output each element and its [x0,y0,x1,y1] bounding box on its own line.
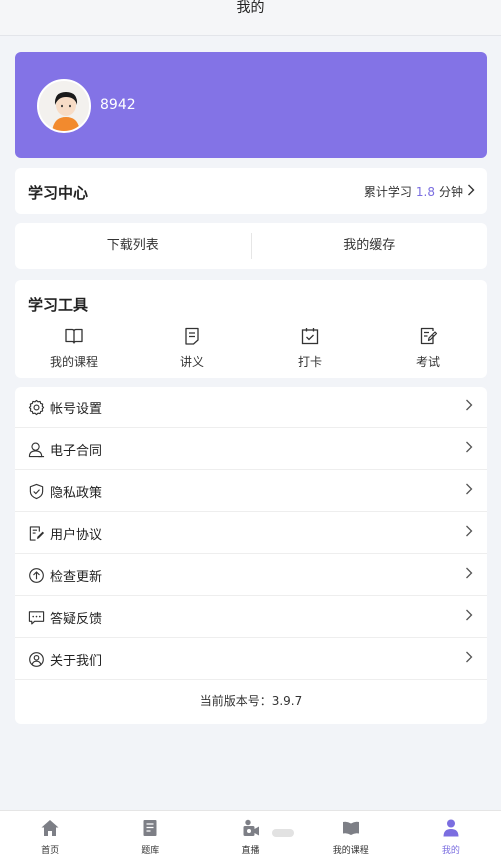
tab-label: 直播 [241,846,260,854]
person-icon [27,440,45,458]
tab-label: 我的 [441,846,460,854]
learning-center-card[interactable]: 学习中心 累计学习 1.8 分钟 [15,168,487,214]
menu-item-label: 答疑反馈 [50,611,103,627]
menu-item-privacy-policy[interactable]: 隐私政策 [15,471,487,512]
tab-home[interactable]: 首页 [0,811,100,854]
menu-item-label: 关于我们 [50,653,103,669]
profile-card[interactable]: 8942 [15,52,487,158]
page-header: 我的 [0,0,501,36]
chevron-right-icon [465,399,475,415]
chevron-right-icon [467,184,475,200]
chevron-right-icon [465,483,475,499]
upload-icon [27,566,45,584]
stats-value: 1.8 [415,184,435,199]
stats-unit: 分钟 [438,185,463,199]
home-icon [40,818,60,842]
tool-row: 我的课程 讲义 打卡 考试 [15,326,487,370]
menu-item-e-contract[interactable]: 电子合同 [15,429,487,470]
tab-question-bank[interactable]: 题库 [100,811,200,854]
user-icon [441,818,461,842]
menu-item-label: 电子合同 [50,443,103,459]
tool-my-courses[interactable]: 我的课程 [15,326,133,370]
document-icon [182,326,202,350]
learning-center-title: 学习中心 [28,184,89,202]
menu-item-user-agreement[interactable]: 用户协议 [15,513,487,554]
chevron-right-icon [465,441,475,457]
bottom-tab-bar: 首页 题库 直播 我的课程 我的 [0,810,501,854]
tab-me[interactable]: 我的 [401,811,501,854]
username: 8942 [100,97,136,113]
menu-item-feedback[interactable]: 答疑反馈 [15,597,487,638]
tool-handouts[interactable]: 讲义 [133,326,251,370]
chevron-right-icon [465,651,475,667]
tab-my-courses[interactable]: 我的课程 [301,811,401,854]
menu-item-about-us[interactable]: 关于我们 [15,639,487,680]
menu-item-label: 隐私政策 [50,485,103,501]
chevron-right-icon [465,525,475,541]
study-tools-title: 学习工具 [28,296,89,314]
shield-icon [27,482,45,500]
question-bank-icon [140,818,160,842]
exam-icon [418,326,438,350]
tool-label: 我的课程 [49,355,98,369]
tool-label: 考试 [415,355,440,369]
stats-prefix: 累计学习 [363,185,412,199]
menu-item-label: 检查更新 [50,569,103,585]
calendar-check-icon [300,326,320,350]
page-title: 我的 [236,0,265,16]
menu-item-account-settings[interactable]: 帐号设置 [15,387,487,428]
tab-label: 题库 [141,846,160,854]
avatar[interactable] [37,79,91,133]
learning-stats[interactable]: 累计学习 1.8 分钟 [364,183,475,200]
menu-item-label: 帐号设置 [50,401,103,417]
chevron-right-icon [465,567,475,583]
menu-item-check-update[interactable]: 检查更新 [15,555,487,596]
tool-label: 讲义 [179,355,204,369]
tool-label: 打卡 [297,355,322,369]
downloads-card: 下载列表 我的缓存 [15,223,487,269]
settings-menu: 帐号设置 电子合同 隐私政策 用户协议 检查更新 答疑反馈 关于我们 当前版本号… [15,387,487,724]
tool-check-in[interactable]: 打卡 [251,326,369,370]
live-icon [241,818,261,842]
download-list-button[interactable]: 下载列表 [15,223,251,269]
gear-icon [27,398,45,416]
chevron-right-icon [465,609,475,625]
study-tools-card: 学习工具 我的课程 讲义 打卡 考试 [15,280,487,378]
book-icon [64,326,84,350]
version-label: 当前版本号：3.9.7 [199,694,303,708]
my-cache-button[interactable]: 我的缓存 [252,223,488,269]
menu-item-label: 用户协议 [50,527,103,543]
tool-exam[interactable]: 考试 [369,326,487,370]
center-indicator [272,829,294,837]
tab-label: 首页 [41,846,60,854]
user-circle-icon [27,650,45,668]
agreement-icon [27,524,45,542]
chat-icon [27,608,45,626]
tab-label: 我的课程 [332,846,369,854]
book-icon [341,818,361,842]
